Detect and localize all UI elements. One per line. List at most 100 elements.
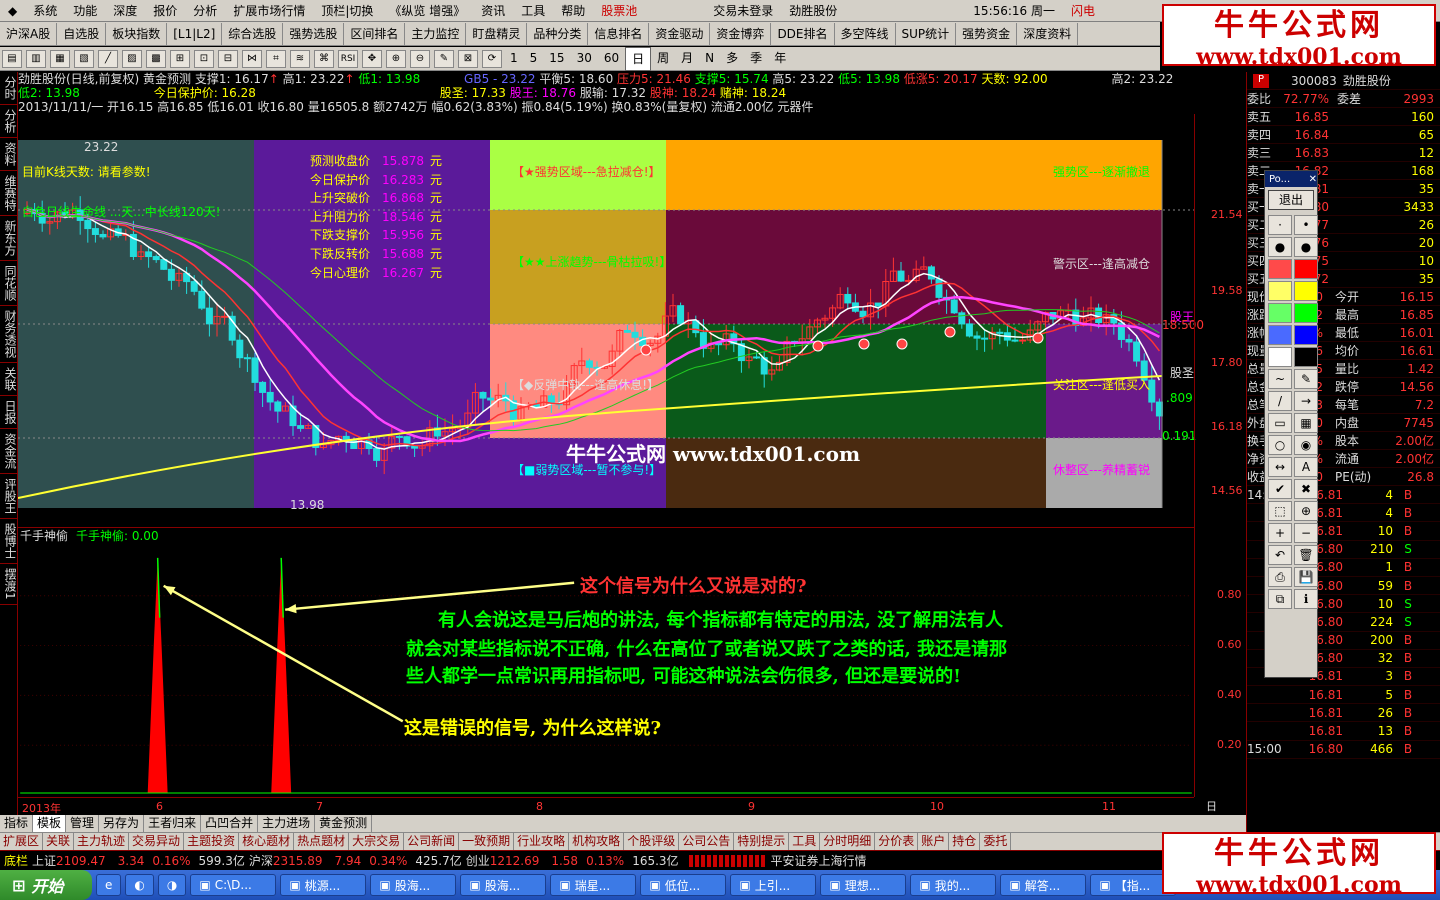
line-chart-icon[interactable]: ╱ (98, 49, 118, 68)
left-nav-item[interactable]: 摆渡1 (0, 564, 18, 605)
draw-tool-icon[interactable]: ✔ (1268, 479, 1292, 499)
draw-tool-icon[interactable]: ▭ (1268, 413, 1292, 433)
draw-tool-icon[interactable]: + (1268, 523, 1292, 543)
function-tab[interactable]: 热点题材 (294, 833, 350, 850)
function-tab[interactable]: 委托 (980, 833, 1012, 850)
function-tab[interactable]: 分价表 (875, 833, 919, 850)
indicator-tab[interactable]: 管理 (66, 815, 100, 832)
draw-tool-icon[interactable]: ~ (1268, 369, 1292, 389)
chart-tool-icon[interactable]: ⊟ (218, 49, 238, 68)
function-tab[interactable]: 核心题材 (239, 833, 295, 850)
chart-tool-icon[interactable]: ▩ (146, 49, 166, 68)
menu-item[interactable]: 功能 (65, 0, 105, 22)
draw-tool-icon[interactable]: ℹ (1294, 589, 1318, 609)
menu-item[interactable]: 报价 (145, 0, 185, 22)
menu-item[interactable]: 工具 (513, 0, 553, 22)
chart-tool-icon[interactable]: ▨ (122, 49, 142, 68)
left-nav-item[interactable]: 分析 (0, 105, 18, 138)
toolbar-button[interactable]: 综合选股 (222, 22, 284, 45)
toolbar-button[interactable]: 主力监控 (405, 22, 467, 45)
chart-tool-icon[interactable]: ⊠ (458, 49, 478, 68)
function-tab[interactable]: 公司公告 (679, 833, 735, 850)
chart-tool-icon[interactable]: ⌘ (314, 49, 334, 68)
menu-item[interactable]: 资讯 (473, 0, 513, 22)
period-button[interactable]: 季 (744, 47, 768, 71)
left-nav-item[interactable]: 资料 (0, 138, 18, 171)
draw-tool-icon[interactable]: ↶ (1268, 545, 1292, 565)
draw-tool-icon[interactable]: ○ (1268, 435, 1292, 455)
indicator-tab[interactable]: 模板 (33, 815, 67, 832)
function-tab[interactable]: 个股评级 (624, 833, 680, 850)
function-tab[interactable]: 机构攻略 (569, 833, 625, 850)
toolbar-button[interactable]: 深度资料 (1017, 22, 1079, 45)
draw-tool-icon[interactable]: → (1294, 391, 1318, 411)
function-tab[interactable]: 扩展区 (0, 833, 44, 850)
chart-tool-icon[interactable]: ▦ (50, 49, 70, 68)
draw-tool-icon[interactable]: ● (1268, 237, 1292, 257)
period-button[interactable]: 年 (768, 47, 792, 71)
draw-tool-icon[interactable]: 💾 (1294, 567, 1318, 587)
draw-tool-icon[interactable]: ⬚ (1268, 501, 1292, 521)
menu-item[interactable]: 帮助 (553, 0, 593, 22)
period-button[interactable]: 60 (598, 47, 625, 71)
function-tab[interactable]: 公司新闻 (404, 833, 460, 850)
taskbar-item[interactable]: ▣ 解答... (1000, 874, 1087, 896)
color-swatch[interactable] (1268, 259, 1292, 279)
function-tab[interactable]: 大宗交易 (349, 833, 405, 850)
indicator-tab[interactable]: 指标 (0, 815, 34, 832)
left-nav-item[interactable]: 新东方 (0, 216, 18, 261)
menu-item[interactable]: 扩展市场行情 (225, 0, 313, 22)
taskbar-item[interactable]: ▣ 理想... (820, 874, 907, 896)
left-nav-item[interactable]: 资金流 (0, 429, 18, 474)
toolbar-button[interactable]: DDE排名 (771, 22, 835, 45)
color-swatch[interactable] (1268, 281, 1292, 301)
function-tab[interactable]: 特别提示 (734, 833, 790, 850)
menu-item[interactable]: 顶栏|切换 (313, 0, 381, 22)
period-button[interactable]: 30 (571, 47, 598, 71)
taskbar-item[interactable]: ▣ 低位... (640, 874, 727, 896)
draw-tool-icon[interactable]: / (1268, 391, 1292, 411)
chart-tool-icon[interactable]: ⊞ (170, 49, 190, 68)
left-nav-item[interactable]: 股博士 (0, 519, 18, 564)
chart-tool-icon[interactable]: ⊡ (194, 49, 214, 68)
function-tab[interactable]: 关联 (43, 833, 75, 850)
pencil-icon[interactable]: ✎ (434, 49, 454, 68)
color-swatch[interactable] (1294, 281, 1318, 301)
period-button[interactable]: 月 (675, 47, 699, 71)
draw-tool-icon[interactable]: ✎ (1294, 369, 1318, 389)
toolbar-button[interactable]: 板块指数 (106, 22, 168, 45)
toolbar-button[interactable]: 信息排名 (588, 22, 650, 45)
exit-button[interactable]: 退出 (1268, 190, 1314, 210)
app-logo-icon[interactable]: ◆ (0, 0, 25, 22)
toolbar-button[interactable]: [L1|L2] (167, 22, 223, 45)
left-nav-item[interactable]: 维赛特 (0, 171, 18, 216)
function-tab[interactable]: 主题投资 (184, 833, 240, 850)
move-icon[interactable]: ✥ (362, 49, 382, 68)
quicklaunch-icon[interactable]: ◑ (157, 874, 187, 896)
toolbar-button[interactable]: 自选股 (57, 22, 107, 45)
menu-item[interactable]: 系统 (25, 0, 65, 22)
function-tab[interactable]: 账户 (918, 833, 950, 850)
toolbar-button[interactable]: 资金博弈 (710, 22, 772, 45)
draw-tool-icon[interactable]: 🗑 (1294, 545, 1318, 565)
left-nav-item[interactable]: 分时 (0, 72, 18, 105)
function-tab[interactable]: 分时明细 (820, 833, 876, 850)
taskbar-item[interactable]: ▣ 上引... (730, 874, 817, 896)
toolbar-button[interactable]: SUP统计 (896, 22, 957, 45)
taskbar-item[interactable]: ▣ 股海... (460, 874, 547, 896)
color-swatch[interactable] (1294, 347, 1318, 367)
chart-tool-icon[interactable]: ▥ (26, 49, 46, 68)
draw-tool-icon[interactable]: • (1294, 215, 1318, 235)
zoom-out-icon[interactable]: ⊖ (410, 49, 430, 68)
menu-item[interactable]: 《纵览 增强》 (381, 0, 473, 22)
start-button[interactable]: ⊞ 开始 (0, 870, 92, 900)
refresh-icon[interactable]: ⟳ (482, 49, 502, 68)
indicator-tab[interactable]: 主力进场 (258, 815, 316, 832)
period-button[interactable]: 15 (543, 47, 570, 71)
period-button[interactable]: 1 (504, 47, 524, 71)
draw-tool-icon[interactable]: · (1268, 215, 1292, 235)
function-tab[interactable]: 主力轨迹 (74, 833, 130, 850)
menu-item[interactable]: 深度 (105, 0, 145, 22)
draw-tool-icon[interactable]: ● (1294, 237, 1318, 257)
period-button[interactable]: 5 (524, 47, 544, 71)
